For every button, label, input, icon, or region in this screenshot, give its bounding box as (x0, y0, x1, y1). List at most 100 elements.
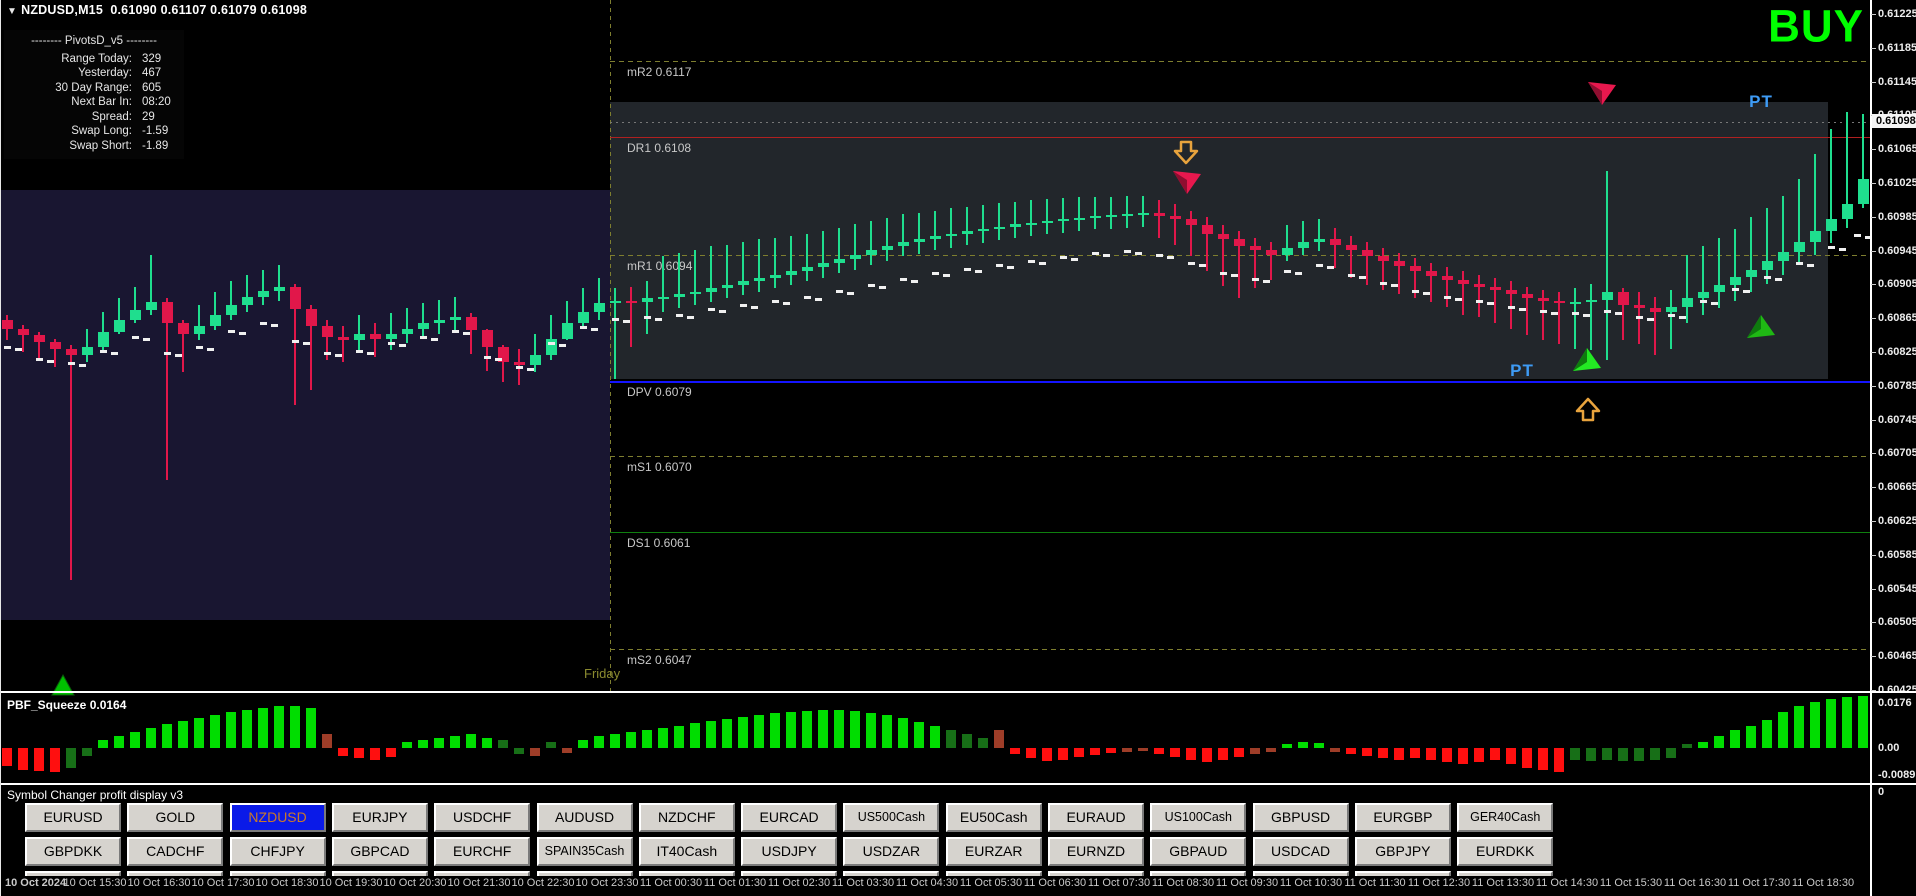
histogram-bar (818, 710, 828, 748)
symbol-button-euraud[interactable]: EURAUD (1048, 803, 1144, 832)
symbol-button-usdjpy[interactable]: USDJPY (741, 837, 837, 866)
symbol-button-gbpcad[interactable]: GBPCAD (332, 837, 428, 866)
symbol-button-row3-sliver[interactable] (1457, 871, 1553, 876)
symbol-button-gold[interactable]: GOLD (127, 803, 223, 832)
fractal-dash (1252, 278, 1259, 281)
fractal-dash (996, 264, 1003, 267)
symbol-button-row3-sliver[interactable] (25, 871, 121, 876)
symbol-button-row3-sliver[interactable] (741, 871, 837, 876)
info-row-label: Yesterday: (4, 66, 132, 81)
symbol-button-row3-sliver[interactable] (1048, 871, 1144, 876)
symbol-button-row3-sliver[interactable] (537, 871, 633, 876)
candle-wick (278, 265, 280, 301)
candle-wick (902, 214, 904, 256)
fractal-dash (655, 318, 662, 321)
candle-wick (198, 305, 200, 340)
symbol-button-eurzar[interactable]: EURZAR (946, 837, 1042, 866)
fractal-dash (79, 364, 86, 367)
symbol-button-row3-sliver[interactable] (230, 871, 326, 876)
symbol-button-eurdkk[interactable]: EURDKK (1457, 837, 1553, 866)
fractal-dash (1092, 252, 1099, 255)
histogram-bar (1330, 748, 1340, 752)
fractal-dash (783, 302, 790, 305)
symbol-button-eu50cash[interactable]: EU50Cash (946, 803, 1042, 832)
symbol-button-nzdchf[interactable]: NZDCHF (639, 803, 735, 832)
time-axis-label: 10 Oct 19:30 (320, 877, 383, 889)
symbol-button-eurchf[interactable]: EURCHF (434, 837, 530, 866)
symbol-button-eurcad[interactable]: EURCAD (741, 803, 837, 832)
candle-wick (1270, 242, 1272, 280)
candle (1474, 284, 1485, 287)
symbol-button-usdchf[interactable]: USDCHF (434, 803, 530, 832)
symbol-button-spain35cash[interactable]: SPAIN35Cash (537, 837, 633, 866)
symbol-button-row3-sliver[interactable] (946, 871, 1042, 876)
symbol-button-eurjpy[interactable]: EURJPY (332, 803, 428, 832)
fractal-dash (911, 280, 918, 283)
histogram-bar (114, 736, 124, 748)
time-axis-label: 10 Oct 23:30 (576, 877, 639, 889)
symbol-button-row3-sliver[interactable] (127, 871, 223, 876)
symbol-button-audusd[interactable]: AUDUSD (537, 803, 633, 832)
histogram-bar (1538, 748, 1548, 770)
panel-separator-2[interactable] (0, 783, 1916, 785)
price-tick-label: 0.60425 (1878, 684, 1916, 696)
histogram-bar (866, 713, 876, 748)
symbol-button-row3-sliver[interactable] (639, 871, 735, 876)
symbol-button-row3-sliver[interactable] (332, 871, 428, 876)
symbol-button-eurusd[interactable]: EURUSD (25, 803, 121, 832)
time-axis-label: 11 Oct 04:30 (896, 877, 958, 889)
symbol-button-row3-sliver[interactable] (1150, 871, 1246, 876)
sell-arrow-icon (1171, 139, 1201, 170)
symbol-button-row3-sliver[interactable] (1355, 871, 1451, 876)
symbol-button-gbpdkk[interactable]: GBPDKK (25, 837, 121, 866)
info-row-value: 08:20 (142, 95, 171, 110)
time-axis-label: 10 Oct 15:30 (64, 877, 127, 889)
histogram-bar (674, 726, 684, 748)
candle-wick (598, 278, 600, 320)
symbol-button-it40cash[interactable]: IT40Cash (639, 837, 735, 866)
price-tick-label: 0.60625 (1878, 515, 1916, 527)
fractal-dash (527, 368, 534, 371)
symbol-button-us500cash[interactable]: US500Cash (843, 803, 939, 832)
symbol-button-cadchf[interactable]: CADCHF (127, 837, 223, 866)
symbol-button-gbpaud[interactable]: GBPAUD (1150, 837, 1246, 866)
buy-arrow-icon (1746, 314, 1776, 345)
symbol-button-nzdusd[interactable]: NZDUSD (230, 803, 326, 832)
symbol-button-row3-sliver[interactable] (843, 871, 939, 876)
symbol-button-gbpjpy[interactable]: GBPJPY (1355, 837, 1451, 866)
candle (178, 323, 189, 334)
histogram-bar (50, 748, 60, 772)
info-row-value: -1.89 (142, 139, 168, 154)
candle (962, 231, 973, 234)
symbol-button-eurnzd[interactable]: EURNZD (1048, 837, 1144, 866)
histogram-bar (34, 748, 44, 771)
fractal-dash (1071, 258, 1078, 261)
candle (258, 291, 269, 297)
symbol-button-row3-sliver[interactable] (1253, 871, 1349, 876)
price-tick-label: 0.60825 (1878, 346, 1916, 358)
symbol-button-usdzar[interactable]: USDZAR (843, 837, 939, 866)
symbol-button-row3-sliver[interactable] (434, 871, 530, 876)
symbol-button-gbpusd[interactable]: GBPUSD (1253, 803, 1349, 832)
candle-wick (662, 256, 664, 311)
candle (706, 288, 717, 291)
candle (354, 334, 365, 340)
symbol-button-usdcad[interactable]: USDCAD (1253, 837, 1349, 866)
candle-wick (806, 234, 808, 282)
buy-signal-text: BUY (1768, 1, 1864, 53)
fractal-dash (1487, 302, 1494, 305)
fractal-dash (1796, 262, 1803, 265)
fractal-dash (676, 314, 683, 317)
fractal-dash (1732, 288, 1739, 291)
symbol-button-eurgbp[interactable]: EURGBP (1355, 803, 1451, 832)
symbol-button-us100cash[interactable]: US100Cash (1150, 803, 1246, 832)
fractal-dash (260, 322, 267, 325)
candle-wick (1078, 197, 1080, 231)
symbol-button-chfjpy[interactable]: CHFJPY (230, 837, 326, 866)
chart-dropdown-icon[interactable]: ▼ (7, 6, 17, 17)
symbol-button-ger40cash[interactable]: GER40Cash (1457, 803, 1553, 832)
panel-separator[interactable] (0, 691, 1916, 693)
candle (242, 297, 253, 305)
candle (1218, 234, 1229, 240)
candle (1762, 261, 1773, 269)
